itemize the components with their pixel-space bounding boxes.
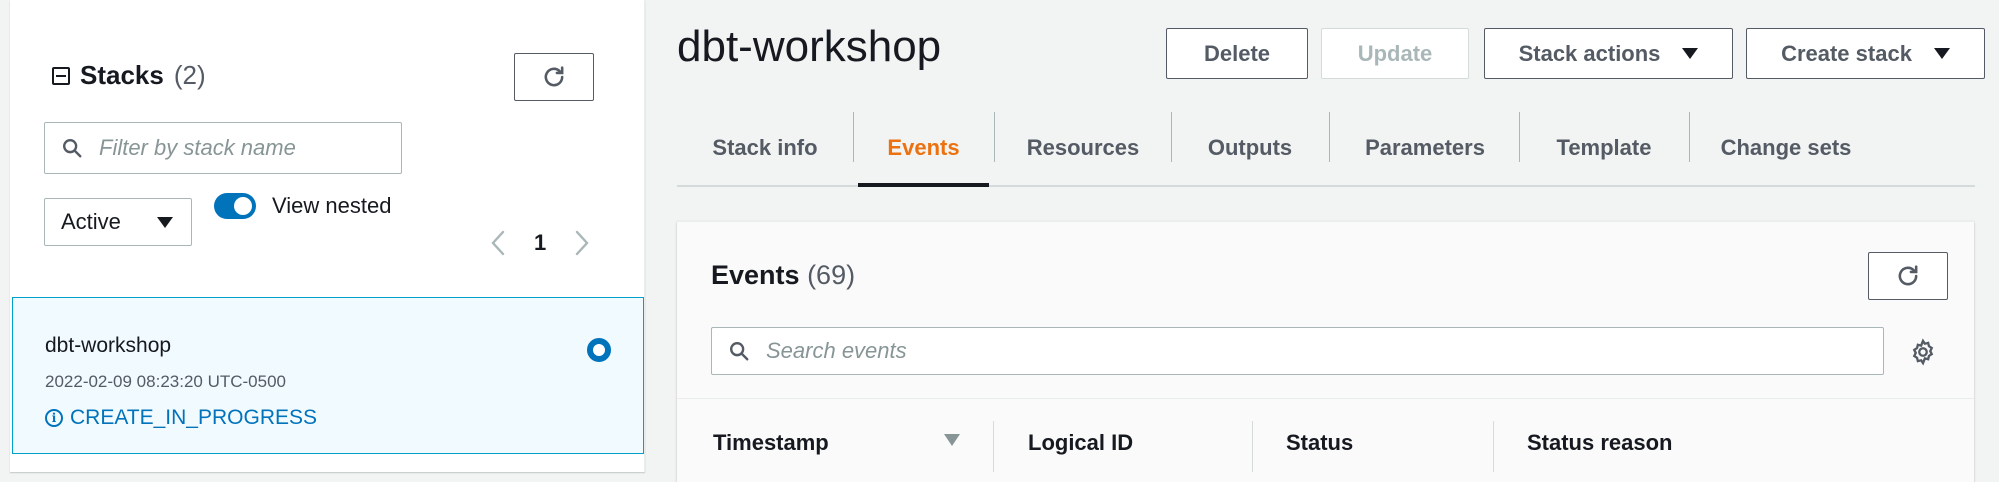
- stacks-count: (2): [173, 60, 206, 90]
- stack-status-text: CREATE_IN_PROGRESS: [70, 406, 318, 429]
- delete-button[interactable]: Delete: [1166, 28, 1308, 79]
- column-divider: [1252, 421, 1253, 472]
- column-divider: [993, 421, 994, 472]
- search-icon: [63, 139, 82, 158]
- tab-events[interactable]: Events: [858, 110, 989, 187]
- events-count: (69): [807, 260, 856, 290]
- stacks-header: Stacks (2): [52, 60, 206, 91]
- create-stack-button[interactable]: Create stack: [1746, 28, 1985, 79]
- tab-template[interactable]: Template: [1519, 110, 1689, 185]
- update-button[interactable]: Update: [1321, 28, 1469, 79]
- events-title: Events: [711, 260, 800, 290]
- tab-parameters[interactable]: Parameters: [1329, 110, 1521, 185]
- settings-gear-icon[interactable]: [1909, 338, 1937, 366]
- refresh-stacks-button[interactable]: [514, 53, 594, 101]
- table-divider: [677, 398, 1974, 399]
- stack-filter-input[interactable]: [97, 134, 401, 162]
- stack-actions-label: Stack actions: [1518, 40, 1661, 66]
- update-button-label: Update: [1357, 40, 1433, 66]
- tab-resources[interactable]: Resources: [995, 110, 1171, 185]
- stack-created-time: 2022-02-09 08:23:20 UTC-0500: [45, 372, 286, 391]
- stack-name[interactable]: dbt-workshop: [45, 334, 171, 358]
- tab-outputs[interactable]: Outputs: [1171, 110, 1329, 185]
- info-icon: i: [45, 409, 63, 427]
- stack-tabs: Stack info Events Resources Outputs Para…: [677, 110, 1975, 187]
- column-header-status-reason[interactable]: Status reason: [1527, 430, 1673, 456]
- stacks-title: Stacks: [80, 60, 164, 90]
- stack-actions-button[interactable]: Stack actions: [1484, 28, 1733, 79]
- column-divider: [1493, 421, 1494, 472]
- events-header: Events (69): [711, 260, 855, 291]
- chevron-down-icon: [157, 216, 173, 228]
- chevron-left-icon[interactable]: [490, 230, 506, 256]
- stack-select-radio[interactable]: [587, 338, 611, 362]
- collapse-icon[interactable]: [52, 66, 70, 85]
- create-stack-label: Create stack: [1781, 40, 1912, 66]
- stack-list-item[interactable]: dbt-workshop 2022-02-09 08:23:20 UTC-050…: [12, 297, 644, 454]
- status-filter-select[interactable]: Active: [44, 198, 192, 246]
- events-search-field[interactable]: [711, 327, 1884, 375]
- column-header-logical-id[interactable]: Logical ID: [1028, 430, 1133, 456]
- tab-change-sets[interactable]: Change sets: [1689, 110, 1883, 185]
- column-header-status[interactable]: Status: [1286, 430, 1353, 456]
- column-header-timestamp[interactable]: Timestamp: [713, 430, 829, 456]
- refresh-icon: [1898, 265, 1918, 286]
- delete-button-label: Delete: [1203, 40, 1271, 66]
- current-page[interactable]: 1: [534, 230, 546, 256]
- search-icon: [730, 342, 749, 361]
- refresh-events-button[interactable]: [1868, 252, 1948, 300]
- chevron-down-icon: [1682, 48, 1699, 59]
- page-title: dbt-workshop: [677, 22, 942, 71]
- view-nested-toggle[interactable]: [214, 193, 256, 219]
- status-filter-value: Active: [61, 209, 121, 234]
- pagination: 1: [490, 230, 590, 256]
- stack-status: i CREATE_IN_PROGRESS: [45, 406, 317, 430]
- tab-divider: [853, 112, 854, 162]
- sort-desc-icon[interactable]: [943, 433, 961, 447]
- tab-stack-info[interactable]: Stack info: [677, 110, 853, 185]
- chevron-down-icon: [1933, 48, 1950, 59]
- stack-filter-field[interactable]: [44, 122, 402, 174]
- chevron-right-icon[interactable]: [574, 230, 590, 256]
- events-search-input[interactable]: [764, 337, 1883, 365]
- view-nested-label: View nested: [272, 193, 392, 218]
- refresh-icon: [544, 66, 564, 87]
